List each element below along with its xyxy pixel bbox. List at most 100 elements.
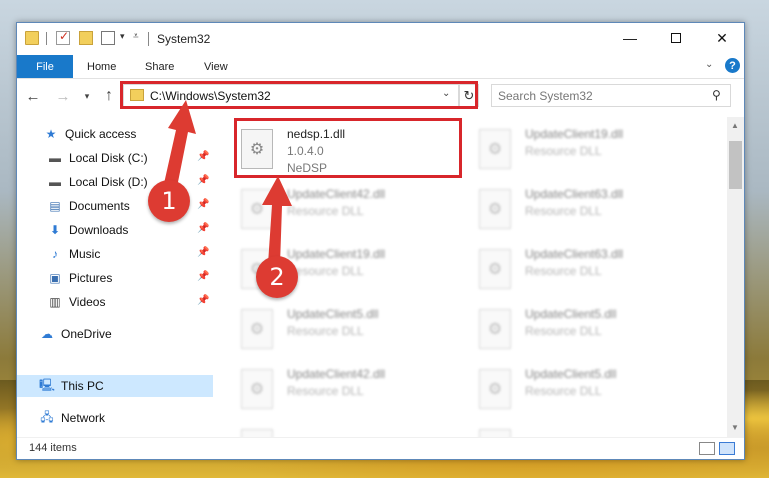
navigation-pane: ★ Quick access ▬ Local Disk (C:) 📌 ▬ Loc… xyxy=(17,117,213,437)
dll-file-icon: ⚙ xyxy=(241,189,273,229)
maximize-button[interactable] xyxy=(653,23,699,53)
minimize-button[interactable]: — xyxy=(607,23,653,53)
file-name: UpdateClient42.dll xyxy=(287,187,386,201)
scroll-thumb[interactable] xyxy=(729,141,742,189)
file-type: Resource DLL xyxy=(525,324,602,338)
dll-file-icon: ⚙ xyxy=(479,309,511,349)
scroll-down-icon[interactable]: ▼ xyxy=(731,423,739,432)
sidebar-item-label: Pictures xyxy=(69,271,113,285)
drive-icon: ▬ xyxy=(49,175,61,189)
file-type: Resource DLL xyxy=(287,264,364,278)
sidebar-item-label: Documents xyxy=(69,199,130,213)
computer-icon: 🖳 xyxy=(39,377,56,392)
new-folder-icon[interactable] xyxy=(79,31,93,45)
close-button[interactable]: ✕ xyxy=(699,23,745,53)
toolbar-divider xyxy=(46,32,47,45)
pin-icon[interactable]: 📌 xyxy=(197,175,209,186)
file-name: UpdateClient63.dll xyxy=(525,187,624,201)
dll-file-icon: ⚙ xyxy=(479,249,511,289)
pin-icon[interactable]: 📌 xyxy=(197,247,209,258)
sidebar-item-label: Music xyxy=(69,247,101,261)
pin-icon[interactable]: 📌 xyxy=(197,151,209,162)
sidebar-item-local-disk-c[interactable]: ▬ Local Disk (C:) 📌 xyxy=(17,147,213,169)
up-arrow-icon[interactable]: ↑ xyxy=(99,86,119,106)
sidebar-item-this-pc[interactable]: 🖳 This PC xyxy=(17,375,213,397)
status-bar: 144 items xyxy=(17,437,744,459)
sidebar-item-quick-access[interactable]: ★ Quick access xyxy=(17,123,213,145)
close-icon: ✕ xyxy=(716,29,728,46)
documents-icon: ▤ xyxy=(49,199,61,213)
dll-file-icon: ⚙ xyxy=(479,429,511,437)
step-2-badge: 2 xyxy=(256,256,298,298)
window-title: System32 xyxy=(157,32,211,46)
back-arrow-icon[interactable]: ← xyxy=(23,86,43,106)
music-icon: ♪ xyxy=(52,247,58,261)
network-icon: 🖧 xyxy=(40,409,54,424)
pin-icon[interactable]: 📌 xyxy=(197,295,209,306)
help-icon[interactable]: ? xyxy=(725,58,740,73)
sidebar-item-label: OneDrive xyxy=(61,327,112,341)
file-highlight xyxy=(234,118,462,178)
sidebar-item-network[interactable]: 🖧 Network xyxy=(17,407,213,429)
dll-file-icon: ⚙ xyxy=(241,429,273,437)
file-name: UpdateClient5.dll xyxy=(525,367,617,381)
file-name: UpdateClient19.dll xyxy=(287,247,386,261)
videos-icon: ▥ xyxy=(49,295,61,309)
title-bar: ✓ ▾ ⩡ System32 — ✕ xyxy=(17,23,744,55)
file-type: Resource DLL xyxy=(525,384,602,398)
search-input[interactable]: Search System32 ⚲ xyxy=(491,84,731,107)
sidebar-item-onedrive[interactable]: ☁ OneDrive xyxy=(17,323,213,345)
sidebar-item-label: Local Disk (D:) xyxy=(69,175,148,189)
sidebar-item-videos[interactable]: ▥ Videos 📌 xyxy=(17,291,213,313)
file-type: Resource DLL xyxy=(287,384,364,398)
tab-file[interactable]: File xyxy=(17,55,73,78)
sidebar-item-label: Quick access xyxy=(65,127,137,141)
minimize-icon: — xyxy=(623,30,637,46)
list-properties-icon[interactable] xyxy=(101,31,115,45)
tab-view[interactable]: View xyxy=(204,55,228,78)
recent-locations-chevron-icon[interactable]: ▾ xyxy=(77,86,97,106)
forward-arrow-icon[interactable]: → xyxy=(53,86,73,106)
file-type: Resource DLL xyxy=(525,204,602,218)
search-placeholder: Search System32 xyxy=(498,89,593,103)
file-name: UpdateClient63.dll xyxy=(525,247,624,261)
expand-ribbon-icon[interactable]: ⌄ xyxy=(705,59,713,70)
customize-toolbar-icon[interactable]: ⩡ xyxy=(133,31,139,42)
dll-file-icon: ⚙ xyxy=(479,129,511,169)
pin-icon[interactable]: 📌 xyxy=(197,223,209,234)
scroll-up-icon[interactable]: ▲ xyxy=(731,121,739,130)
search-icon[interactable]: ⚲ xyxy=(712,88,721,102)
title-divider xyxy=(148,32,149,46)
dll-file-icon: ⚙ xyxy=(241,369,273,409)
folder-icon[interactable] xyxy=(25,31,39,45)
file-name: UpdateClient5.dll xyxy=(525,307,617,321)
chevron-down-icon[interactable]: ▾ xyxy=(120,31,125,42)
properties-check-icon[interactable]: ✓ xyxy=(56,29,70,45)
star-icon: ★ xyxy=(45,127,57,141)
dll-file-icon: ⚙ xyxy=(241,309,273,349)
cloud-icon: ☁ xyxy=(41,327,53,341)
pin-icon[interactable]: 📌 xyxy=(197,199,209,210)
file-type: Resource DLL xyxy=(287,204,364,218)
sidebar-item-downloads[interactable]: ⬇ Downloads 📌 xyxy=(17,219,213,241)
sidebar-item-pictures[interactable]: ▣ Pictures 📌 xyxy=(17,267,213,289)
tab-home[interactable]: Home xyxy=(87,55,116,78)
item-count: 144 items xyxy=(29,442,77,454)
file-name: UpdateClient42.dll xyxy=(287,367,386,381)
download-icon: ⬇ xyxy=(49,223,61,237)
tab-share[interactable]: Share xyxy=(145,55,174,78)
drive-icon: ▬ xyxy=(49,151,61,165)
tiles-view-icon[interactable] xyxy=(719,442,735,455)
sidebar-item-music[interactable]: ♪ Music 📌 xyxy=(17,243,213,265)
dll-file-icon: ⚙ xyxy=(479,189,511,229)
file-name: UpdateClient5.dll xyxy=(287,307,379,321)
sidebar-item-label: This PC xyxy=(61,379,104,393)
pin-icon[interactable]: 📌 xyxy=(197,271,209,282)
ribbon-tabs: File Home Share View ⌄ ? xyxy=(17,55,744,79)
details-view-icon[interactable] xyxy=(699,442,715,455)
sidebar-item-label: Downloads xyxy=(69,223,129,237)
vertical-scrollbar[interactable]: ▲ ▼ xyxy=(727,117,744,437)
pictures-icon: ▣ xyxy=(49,271,61,285)
address-bar-highlight xyxy=(120,81,478,109)
step-1-badge: 1 xyxy=(148,180,190,222)
